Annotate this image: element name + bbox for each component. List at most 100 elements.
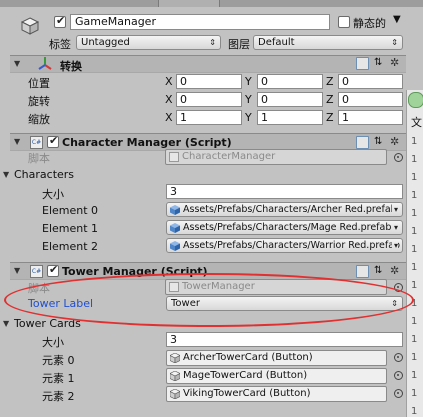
position-label: 位置: [28, 77, 50, 90]
side-line-number: 1: [411, 244, 418, 255]
rotation-label: 旋转: [28, 95, 50, 108]
static-dropdown-arrow-icon[interactable]: ▼: [393, 14, 401, 25]
characters-list-label[interactable]: Characters: [14, 168, 74, 181]
object-picker-icon[interactable]: [394, 353, 403, 362]
side-line-number: 1: [411, 172, 418, 183]
characters-size-label: 大小: [42, 188, 64, 201]
help-book-icon[interactable]: [356, 265, 369, 278]
gameobject-cube-icon: [170, 389, 180, 399]
tag-dropdown[interactable]: Untagged ⇕: [76, 35, 221, 50]
layer-dropdown[interactable]: Default ⇕: [253, 35, 403, 50]
preset-icon[interactable]: ⇅: [374, 136, 382, 147]
rotation-x-label[interactable]: X: [165, 93, 173, 106]
side-line-number: 1: [411, 280, 418, 291]
rotation-z-label[interactable]: Z: [326, 93, 334, 106]
scale-z-label[interactable]: Z: [326, 111, 334, 124]
tower-card-object-field[interactable]: VikingTowerCard (Button): [166, 386, 387, 402]
preset-icon[interactable]: ⇅: [374, 265, 382, 276]
active-checkbox[interactable]: [54, 14, 66, 28]
tower-card-object-field[interactable]: ArcherTowerCard (Button): [166, 350, 387, 366]
gameobject-name-field[interactable]: GameManager: [70, 14, 330, 30]
rotation-x-field[interactable]: 0: [176, 92, 242, 107]
scale-y-field[interactable]: 1: [257, 110, 323, 125]
position-z-label[interactable]: Z: [326, 75, 334, 88]
settings-gear-icon[interactable]: ✲: [390, 265, 399, 277]
side-line-number: 1: [411, 370, 418, 381]
tag-label: 标签: [49, 38, 71, 51]
dropdown-arrow-icon: ▾: [391, 203, 398, 216]
scale-label: 缩放: [28, 113, 50, 126]
side-line-number: 1: [411, 334, 418, 345]
object-picker-icon[interactable]: [394, 371, 403, 380]
gameobject-cube-icon: [170, 371, 180, 381]
help-book-icon[interactable]: [356, 57, 369, 70]
rotation-y-label[interactable]: Y: [245, 93, 252, 106]
rotation-z-field[interactable]: 0: [338, 92, 403, 107]
characters-foldout-icon[interactable]: ▼: [3, 170, 9, 179]
side-panel-fragment: 文 1111111111111111: [406, 90, 423, 417]
scale-x-label[interactable]: X: [165, 111, 173, 124]
scale-x-field[interactable]: 1: [176, 110, 242, 125]
tower-cards-foldout-icon[interactable]: ▼: [3, 319, 9, 328]
script-file-icon: [169, 152, 179, 162]
character-prefab-dropdown[interactable]: Assets/Prefabs/Characters/Mage Red.prefa…: [166, 220, 403, 235]
transform-title: 转换: [60, 60, 82, 73]
dropdown-arrow-icon: ⇕: [391, 38, 398, 47]
layer-label: 图层: [228, 38, 250, 51]
script-field: CharacterManager: [165, 149, 387, 165]
side-line-number: 1: [411, 154, 418, 165]
side-line-number: 1: [411, 262, 418, 273]
inspector-tab[interactable]: [158, 0, 220, 7]
transform-foldout-icon[interactable]: ▼: [14, 59, 20, 68]
character-manager-enabled-checkbox[interactable]: [47, 134, 59, 148]
scale-y-label[interactable]: Y: [245, 111, 252, 124]
dropdown-arrow-icon: ▾: [391, 239, 398, 252]
position-x-field[interactable]: 0: [176, 74, 242, 89]
tower-card-object-field[interactable]: MageTowerCard (Button): [166, 368, 387, 384]
highlight-ellipse-annotation: [4, 273, 414, 327]
character-prefab-dropdown[interactable]: Assets/Prefabs/Characters/Archer Red.pre…: [166, 202, 403, 217]
character-element-label: Element 0: [42, 204, 99, 217]
tower-cards-size-label: 大小: [42, 336, 64, 349]
script-label: 脚本: [28, 152, 50, 165]
character-manager-title: Character Manager (Script): [62, 136, 232, 149]
position-x-label[interactable]: X: [165, 75, 173, 88]
character-manager-foldout-icon[interactable]: ▼: [14, 137, 20, 146]
tower-manager-enabled-checkbox[interactable]: [47, 263, 59, 277]
character-element-label: Element 1: [42, 222, 99, 235]
rotation-y-field[interactable]: 0: [257, 92, 323, 107]
settings-gear-icon[interactable]: ✲: [390, 136, 399, 148]
side-line-number: 1: [411, 388, 418, 399]
static-label: 静态的: [353, 17, 386, 30]
prefab-cube-icon: [170, 205, 180, 215]
tower-manager-foldout-icon[interactable]: ▼: [14, 266, 20, 275]
tower-card-element-label: 元素 2: [42, 390, 75, 403]
position-z-field[interactable]: 0: [338, 74, 403, 89]
side-line-number: 1: [411, 352, 418, 363]
settings-gear-icon[interactable]: ✲: [390, 57, 399, 69]
character-prefab-dropdown[interactable]: Assets/Prefabs/Characters/Warrior Red.pr…: [166, 238, 403, 253]
side-line-number: 1: [411, 226, 418, 237]
preset-icon[interactable]: ⇅: [374, 57, 382, 68]
static-checkbox[interactable]: [338, 16, 350, 28]
prefab-cube-icon: [170, 241, 180, 251]
position-y-label[interactable]: Y: [245, 75, 252, 88]
characters-size-field[interactable]: 3: [166, 184, 403, 199]
side-line-number: 1: [411, 316, 418, 327]
prefab-cube-icon: [170, 223, 180, 233]
side-text: 文: [411, 116, 422, 129]
tower-card-element-label: 元素 1: [42, 372, 75, 385]
character-element-label: Element 2: [42, 240, 99, 253]
help-book-icon[interactable]: [356, 136, 369, 149]
inspector-tab-strip: [0, 0, 423, 7]
side-line-number: 1: [411, 208, 418, 219]
transform-axis-icon: [38, 57, 52, 70]
tower-cards-size-field[interactable]: 3: [166, 332, 403, 347]
tower-card-element-label: 元素 0: [42, 354, 75, 367]
status-icon: [408, 92, 423, 108]
dropdown-arrow-icon: ⇕: [209, 38, 216, 47]
side-line-number: 1: [411, 136, 418, 147]
scale-z-field[interactable]: 1: [338, 110, 403, 125]
object-picker-icon[interactable]: [394, 389, 403, 398]
position-y-field[interactable]: 0: [257, 74, 323, 89]
